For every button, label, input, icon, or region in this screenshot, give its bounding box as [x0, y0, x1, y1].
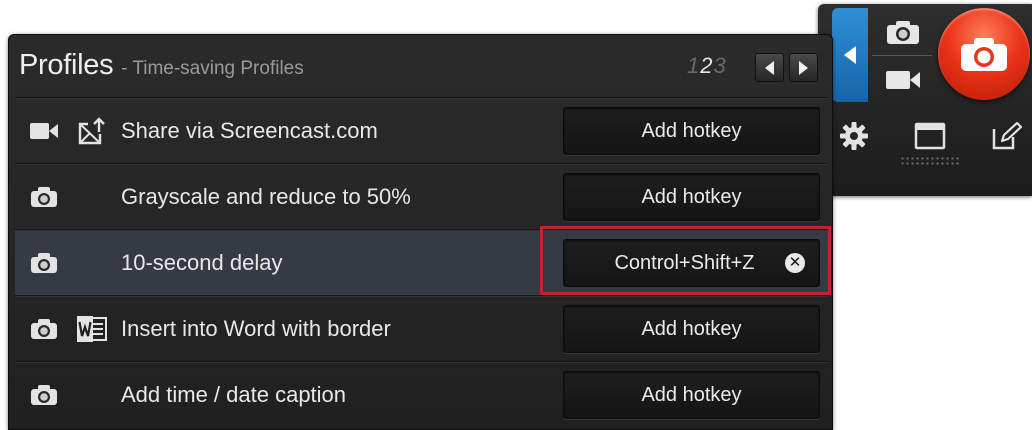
- word-icon: [75, 312, 109, 346]
- hotkey-text: Add hotkey: [641, 317, 742, 340]
- profile-label: 10-second delay: [121, 250, 283, 275]
- capture-button[interactable]: [938, 8, 1030, 100]
- next-page-button[interactable]: [789, 53, 818, 82]
- profile-label: Insert into Word with border: [121, 316, 391, 341]
- gear-icon: [840, 122, 868, 150]
- page-indicator: 123: [687, 53, 727, 79]
- capture-window-button[interactable]: [910, 116, 950, 156]
- screencast-share-icon: [75, 114, 109, 148]
- collapse-widget-button[interactable]: [832, 8, 868, 102]
- settings-button[interactable]: [834, 116, 874, 156]
- chevron-right-icon: [799, 60, 808, 75]
- editor-button[interactable]: [986, 116, 1026, 156]
- profile-row[interactable]: Add time / date caption Add hotkey: [15, 361, 828, 427]
- profiles-panel: Profiles - Time-saving Profiles 123 Shar…: [8, 34, 833, 430]
- window-icon: [914, 122, 946, 150]
- hotkey-text: Add hotkey: [641, 185, 742, 208]
- camera-icon: [29, 314, 59, 344]
- profile-row-selected[interactable]: 10-second delay Control+Shift+Z ✕: [15, 229, 828, 295]
- hotkey-text: Add hotkey: [641, 383, 742, 406]
- panel-header: Profiles - Time-saving Profiles 123: [9, 35, 832, 97]
- previous-page-button[interactable]: [755, 53, 784, 82]
- drag-handle[interactable]: [900, 156, 960, 166]
- camera-icon: [961, 38, 1007, 71]
- edit-icon: [992, 121, 1022, 150]
- profile-label: Grayscale and reduce to 50%: [121, 184, 411, 209]
- add-hotkey-button[interactable]: Add hotkey: [563, 107, 820, 155]
- hotkey-field[interactable]: Control+Shift+Z ✕: [563, 239, 820, 287]
- add-hotkey-button[interactable]: Add hotkey: [563, 305, 820, 353]
- profile-row[interactable]: Share via Screencast.com Add hotkey: [15, 97, 828, 163]
- chevron-left-icon: [765, 60, 774, 75]
- image-mode-button[interactable]: [872, 10, 934, 54]
- profile-row[interactable]: Grayscale and reduce to 50% Add hotkey: [15, 163, 828, 229]
- page-3[interactable]: 3: [714, 53, 727, 78]
- panel-title-text: Profiles: [19, 49, 114, 81]
- clear-hotkey-icon[interactable]: ✕: [785, 253, 805, 273]
- profile-label: Share via Screencast.com: [121, 118, 378, 143]
- add-hotkey-button[interactable]: Add hotkey: [563, 173, 820, 221]
- chevron-left-icon: [844, 46, 856, 64]
- video-mode-button[interactable]: [872, 58, 934, 102]
- add-hotkey-button[interactable]: Add hotkey: [563, 371, 820, 419]
- capture-widget: [818, 4, 1032, 196]
- widget-toolbar: [834, 116, 1030, 156]
- profile-row[interactable]: Insert into Word with border Add hotkey: [15, 295, 828, 361]
- profile-label: Add time / date caption: [121, 382, 347, 407]
- camera-icon: [29, 380, 59, 410]
- page-2[interactable]: 2: [700, 53, 713, 78]
- camera-icon: [29, 248, 59, 278]
- video-camera-icon: [29, 116, 59, 146]
- camera-icon: [887, 21, 919, 44]
- panel-subtitle: - Time-saving Profiles: [121, 58, 304, 79]
- page-1[interactable]: 1: [687, 53, 700, 78]
- camera-icon: [29, 182, 59, 212]
- hotkey-text: Add hotkey: [641, 119, 742, 142]
- mode-divider: [872, 55, 932, 56]
- video-camera-icon: [886, 71, 920, 89]
- panel-title: Profiles - Time-saving Profiles: [19, 49, 304, 82]
- hotkey-text: Control+Shift+Z: [614, 251, 755, 274]
